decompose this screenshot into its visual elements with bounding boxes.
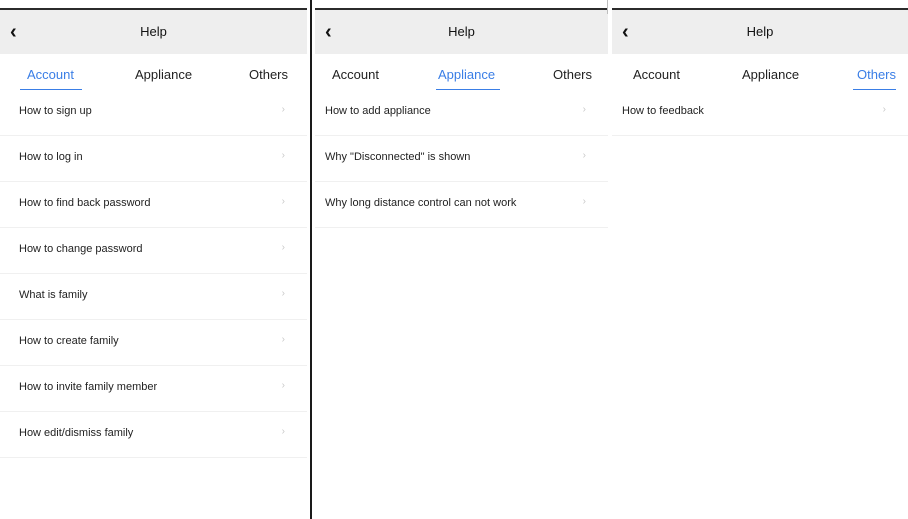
list-item[interactable]: How to feedback › <box>612 90 908 136</box>
list-item-label: How edit/dismiss family <box>19 427 134 439</box>
list-item[interactable]: How to log in › <box>0 136 307 182</box>
header-bar: ‹ Help <box>315 10 608 54</box>
chevron-right-icon: › <box>281 242 285 253</box>
faq-list: How to sign up › How to log in › How to fi… <box>0 90 307 458</box>
header-bar: ‹ Help <box>0 10 307 54</box>
chevron-right-icon: › <box>582 150 586 161</box>
list-item-label: Why long distance control can not work <box>325 197 517 209</box>
list-item-label: Why "Disconnected" is shown <box>325 151 471 163</box>
list-item[interactable]: What is family › <box>0 274 307 320</box>
chevron-right-icon: › <box>281 288 285 299</box>
chevron-right-icon: › <box>882 104 886 115</box>
chevron-right-icon: › <box>281 380 285 391</box>
list-item-label: How to sign up <box>19 105 92 117</box>
tab-others[interactable]: Others <box>249 67 288 82</box>
header-bar: ‹ Help <box>612 10 908 54</box>
list-item[interactable]: How to change password › <box>0 228 307 274</box>
chevron-right-icon: › <box>281 104 285 115</box>
chevron-right-icon: › <box>281 196 285 207</box>
list-item-label: How to find back password <box>19 197 151 209</box>
tab-account[interactable]: Account <box>332 67 379 82</box>
chevron-right-icon: › <box>281 334 285 345</box>
list-item[interactable]: How to create family › <box>0 320 307 366</box>
list-item-label: How to log in <box>19 151 83 163</box>
faq-list: How to feedback › <box>612 90 908 136</box>
list-item-label: How to add appliance <box>325 105 431 117</box>
tab-account[interactable]: Account <box>27 67 74 82</box>
chevron-right-icon: › <box>582 196 586 207</box>
page-title: Help <box>140 24 167 39</box>
tab-appliance[interactable]: Appliance <box>438 67 495 82</box>
tab-account[interactable]: Account <box>633 67 680 82</box>
list-item[interactable]: How to add appliance › <box>315 90 608 136</box>
tab-appliance[interactable]: Appliance <box>135 67 192 82</box>
list-item-label: How to change password <box>19 243 143 255</box>
list-item[interactable]: How edit/dismiss family › <box>0 412 307 458</box>
help-screen-account: ‹ Help Account Appliance Others How to s… <box>0 0 307 519</box>
page-title: Help <box>448 24 475 39</box>
tab-others[interactable]: Others <box>857 67 896 82</box>
list-item-label: What is family <box>19 289 88 301</box>
help-screen-appliance: ‹ Help Account Appliance Others How to a… <box>315 0 608 519</box>
panel-divider <box>607 0 608 14</box>
chevron-right-icon: › <box>582 104 586 115</box>
panel-divider <box>310 0 312 519</box>
list-item-label: How to invite family member <box>19 381 158 393</box>
list-item[interactable]: How to sign up › <box>0 90 307 136</box>
chevron-right-icon: › <box>281 150 285 161</box>
chevron-right-icon: › <box>281 426 285 437</box>
list-item[interactable]: Why "Disconnected" is shown › <box>315 136 608 182</box>
page-title: Help <box>746 24 774 39</box>
list-item[interactable]: How to invite family member › <box>0 366 307 412</box>
help-screen-others: ‹ Help Account Appliance Others How to f… <box>612 0 908 519</box>
list-item[interactable]: How to find back password › <box>0 182 307 228</box>
list-item-label: How to create family <box>19 335 119 347</box>
tab-others[interactable]: Others <box>553 67 592 82</box>
faq-list: How to add appliance › Why "Disconnected"… <box>315 90 608 228</box>
list-item-label: How to feedback <box>622 105 704 117</box>
tab-appliance[interactable]: Appliance <box>742 67 799 82</box>
list-item[interactable]: Why long distance control can not work › <box>315 182 608 228</box>
